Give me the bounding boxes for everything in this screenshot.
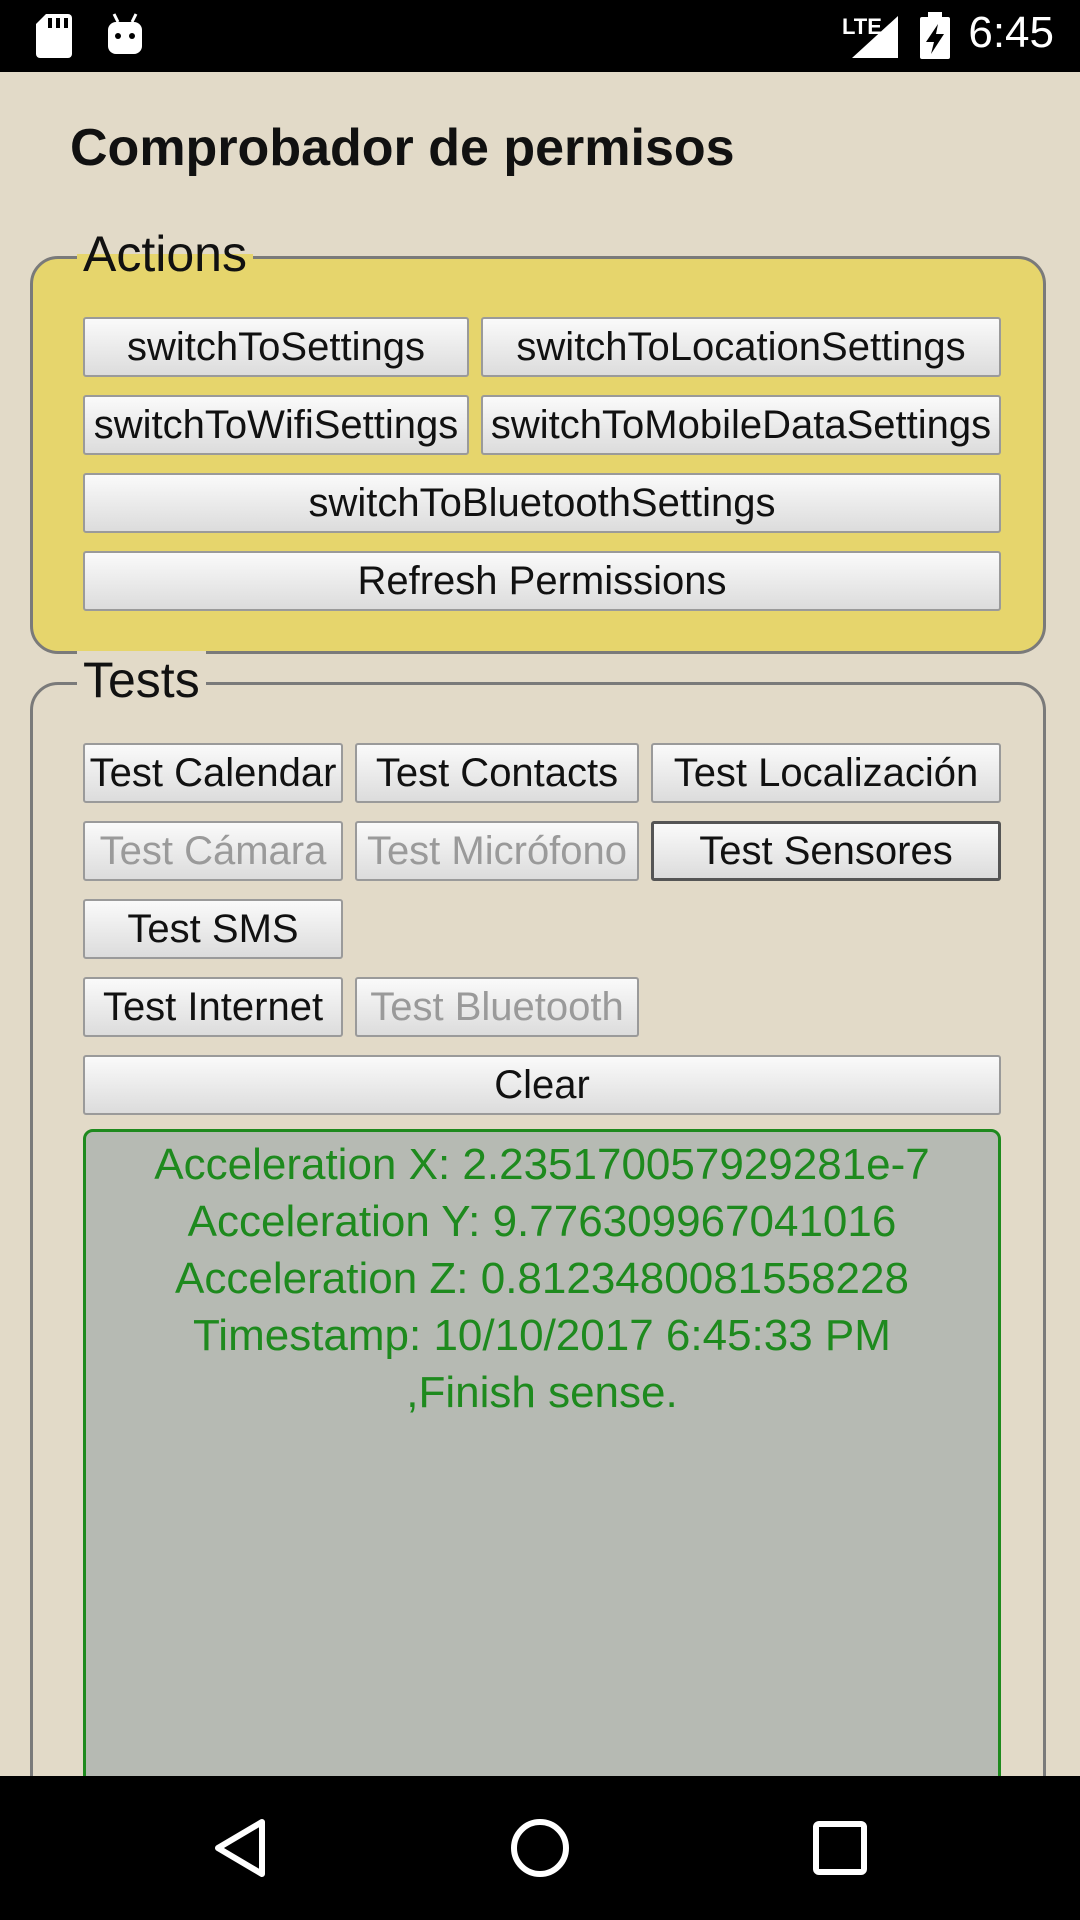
clock: 6:45 xyxy=(968,8,1054,57)
clear-button[interactable]: Clear xyxy=(83,1055,1001,1115)
signal-icon xyxy=(852,16,898,58)
test-camera-button[interactable]: Test Cámara xyxy=(83,821,343,881)
test-calendar-button[interactable]: Test Calendar xyxy=(83,743,343,803)
output-line-acceleration-x: Acceleration X: 2.235170057929281e-7 xyxy=(154,1140,930,1189)
page-title: Comprobador de permisos xyxy=(70,119,735,177)
sd-card-icon xyxy=(36,14,72,58)
actions-group: Actions switchToSettings switchToLocatio… xyxy=(30,225,1046,654)
switch-to-mobile-data-settings-button[interactable]: switchToMobileDataSettings xyxy=(481,395,1001,455)
actions-legend: Actions xyxy=(77,225,253,283)
navigation-bar xyxy=(0,1776,1080,1920)
test-sms-button[interactable]: Test SMS xyxy=(83,899,343,959)
android-icon xyxy=(108,13,142,54)
switch-to-settings-button[interactable]: switchToSettings xyxy=(83,317,469,377)
sensor-output-area: Acceleration X: 2.235170057929281e-7 Acc… xyxy=(83,1129,1001,1829)
tests-legend: Tests xyxy=(77,651,206,709)
test-location-button[interactable]: Test Localización xyxy=(651,743,1001,803)
output-line-timestamp: Timestamp: 10/10/2017 6:45:33 PM xyxy=(193,1311,891,1360)
test-sensors-button[interactable]: Test Sensores xyxy=(651,821,1001,881)
output-line-acceleration-y: Acceleration Y: 9.776309967041016 xyxy=(187,1197,897,1246)
back-icon[interactable] xyxy=(170,1776,310,1920)
tests-group: Tests Test Calendar Test Contacts Test L… xyxy=(30,651,1046,1829)
output-line-acceleration-z: Acceleration Z: 0.8123480081558228 xyxy=(175,1254,909,1303)
battery-charging-icon xyxy=(920,12,950,59)
switch-to-location-settings-button[interactable]: switchToLocationSettings xyxy=(481,317,1001,377)
test-bluetooth-button[interactable]: Test Bluetooth xyxy=(355,977,639,1037)
recents-icon[interactable] xyxy=(770,1776,910,1920)
test-microphone-button[interactable]: Test Micrófono xyxy=(355,821,639,881)
status-bar: LTE 6:45 xyxy=(0,0,1080,72)
refresh-permissions-button[interactable]: Refresh Permissions xyxy=(83,551,1001,611)
switch-to-wifi-settings-button[interactable]: switchToWifiSettings xyxy=(83,395,469,455)
home-icon[interactable] xyxy=(470,1776,610,1920)
switch-to-bluetooth-settings-button[interactable]: switchToBluetoothSettings xyxy=(83,473,1001,533)
test-contacts-button[interactable]: Test Contacts xyxy=(355,743,639,803)
output-line-finish: ,Finish sense. xyxy=(406,1368,678,1417)
test-internet-button[interactable]: Test Internet xyxy=(83,977,343,1037)
